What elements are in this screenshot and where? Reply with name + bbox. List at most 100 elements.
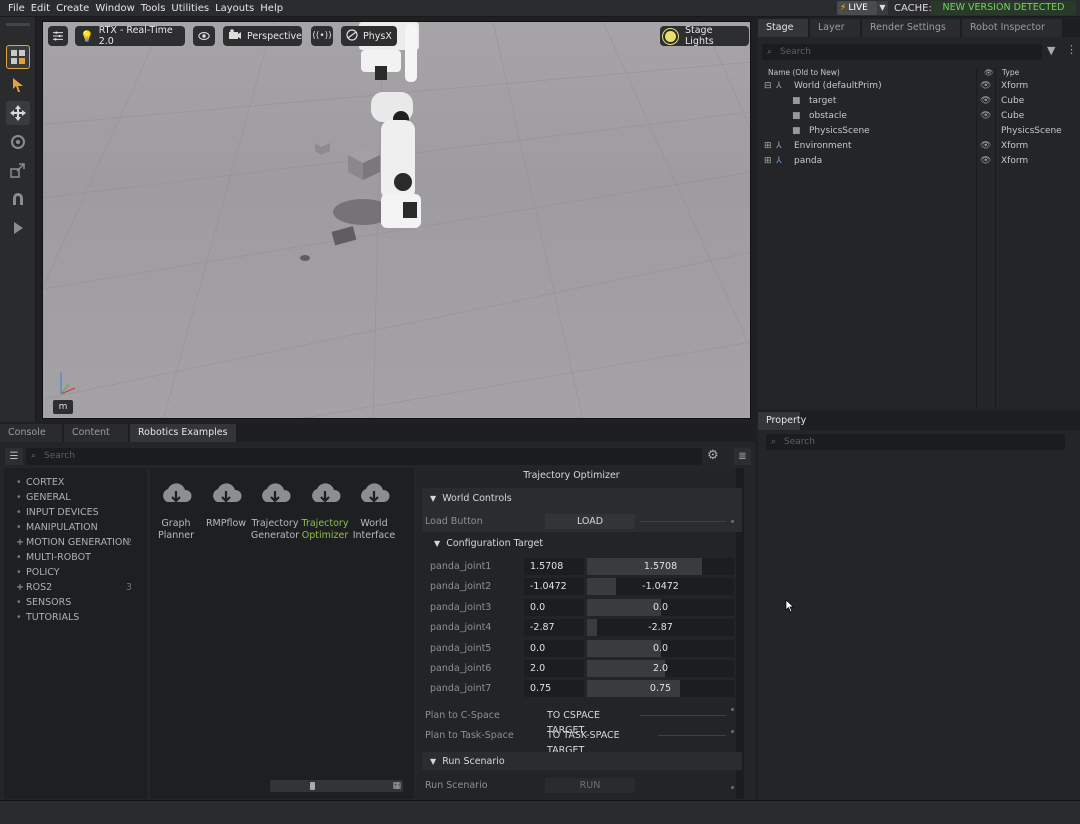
category-cortex[interactable]: • CORTEX bbox=[16, 477, 64, 488]
slider-handle[interactable] bbox=[310, 782, 315, 790]
select-arrow-icon[interactable] bbox=[6, 73, 30, 97]
snap-magnet-icon[interactable] bbox=[6, 187, 30, 211]
new-version-badge[interactable]: NEW VERSION DETECTED bbox=[931, 1, 1076, 15]
tab-robot-inspector[interactable]: Robot Inspector bbox=[962, 19, 1062, 37]
tree-row-obstacle[interactable]: ■ obstacle 👁 Cube bbox=[764, 110, 1080, 125]
tree-row-world[interactable]: ⊟ ⅄ World (defaultPrim) 👁 Xform bbox=[764, 80, 1080, 95]
example-graph-planner[interactable]: Graph Planner bbox=[151, 482, 201, 542]
filter-icon[interactable]: ▼ bbox=[1047, 44, 1055, 57]
run-scenario-header[interactable]: ▼ Run Scenario bbox=[430, 756, 505, 767]
visibility-eye-icon[interactable]: 👁 bbox=[980, 156, 991, 166]
expand-icon[interactable]: ⊞ bbox=[764, 156, 772, 166]
tree-row-target[interactable]: ■ target 👁 Cube bbox=[764, 95, 1080, 110]
to-cspace-target-button[interactable]: TO CSPACE TARGET bbox=[545, 708, 635, 736]
to-task-space-target-button[interactable]: TO TASK-SPACE TARGET bbox=[545, 728, 655, 756]
configuration-target-header[interactable]: ▼ Configuration Target bbox=[434, 538, 543, 549]
joint-value-field[interactable]: -1.0472 bbox=[524, 578, 584, 596]
property-search-input[interactable]: ⌕ Search bbox=[766, 434, 1065, 450]
joint-value-field[interactable]: 2.0 bbox=[524, 660, 584, 677]
category-sensors[interactable]: • SENSORS bbox=[16, 597, 71, 608]
selection-mode-icon[interactable] bbox=[6, 45, 30, 69]
visibility-eye-icon[interactable]: 👁 bbox=[980, 141, 991, 151]
joint-slider[interactable]: 0.75 bbox=[587, 680, 734, 698]
joint-slider[interactable]: 0.0 bbox=[587, 639, 734, 657]
visibility-eye-icon[interactable] bbox=[193, 26, 215, 46]
viewport[interactable]: 💡 RTX - Real-Time 2.0 Perspective ((•)) … bbox=[42, 21, 751, 419]
column-name-header[interactable]: Name (Old to New) bbox=[768, 68, 840, 77]
category-tutorials[interactable]: • TUTORIALS bbox=[16, 612, 79, 623]
tab-render-settings[interactable]: Render Settings bbox=[862, 19, 960, 37]
category-ros2[interactable]: + ROS2 3 bbox=[16, 582, 132, 593]
category-policy[interactable]: • POLICY bbox=[16, 567, 60, 578]
joint-slider[interactable]: -1.0472 bbox=[587, 578, 734, 596]
joint-value-field[interactable]: -2.87 bbox=[524, 619, 584, 637]
joint-value-field[interactable]: 0.75 bbox=[524, 680, 584, 698]
examples-search-input[interactable]: ⌕ Search bbox=[26, 448, 702, 465]
world-controls-header[interactable]: ▼ World Controls bbox=[430, 493, 512, 504]
visibility-eye-icon[interactable]: 👁 bbox=[980, 96, 991, 106]
move-icon[interactable] bbox=[6, 101, 30, 125]
physx-dropdown[interactable]: PhysX bbox=[341, 26, 397, 46]
menu-layouts[interactable]: Layouts bbox=[215, 0, 254, 14]
viewport-settings-icon[interactable] bbox=[48, 26, 68, 46]
example-rmpflow[interactable]: RMPflow bbox=[201, 482, 251, 530]
category-manipulation[interactable]: • MANIPULATION bbox=[16, 522, 98, 533]
category-motion-generation[interactable]: + MOTION GENERATION 2 bbox=[16, 537, 132, 548]
run-button[interactable]: RUN bbox=[545, 778, 635, 793]
expand-icon[interactable]: ⊞ bbox=[764, 141, 772, 151]
category-input-devices[interactable]: • INPUT DEVICES bbox=[16, 507, 99, 518]
live-button[interactable]: ⚡ LIVE bbox=[837, 1, 877, 15]
category-multi-robot[interactable]: • MULTI-ROBOT bbox=[16, 552, 91, 563]
tree-view-icon[interactable]: ☰ bbox=[5, 448, 23, 465]
play-icon[interactable] bbox=[6, 216, 30, 240]
menu-utilities[interactable]: Utilities bbox=[171, 0, 209, 14]
unit-badge[interactable]: m bbox=[53, 400, 73, 414]
joint-value-field[interactable]: 0.0 bbox=[524, 598, 584, 616]
visibility-eye-icon[interactable]: 👁 bbox=[980, 111, 991, 121]
thumbnail-size-slider[interactable]: ▦ bbox=[270, 780, 403, 792]
example-trajectory-generator[interactable]: Trajectory Generator bbox=[250, 482, 300, 542]
visibility-eye-icon[interactable]: 👁 bbox=[980, 81, 991, 91]
joint-value-field[interactable]: 1.5708 bbox=[524, 558, 584, 575]
example-trajectory-optimizer[interactable]: Trajectory Optimizer bbox=[300, 482, 350, 542]
audio-broadcast-icon[interactable]: ((•)) bbox=[311, 26, 333, 46]
joint-slider[interactable]: 2.0 bbox=[587, 660, 734, 677]
camera-dropdown[interactable]: Perspective bbox=[223, 26, 302, 46]
live-dropdown-chevron-icon[interactable]: ▼ bbox=[877, 1, 888, 15]
column-type-header[interactable]: Type bbox=[1002, 68, 1019, 77]
toolbar-grip[interactable] bbox=[6, 23, 30, 26]
tab-layer[interactable]: Layer bbox=[810, 19, 860, 37]
menu-help[interactable]: Help bbox=[260, 0, 283, 14]
menu-create[interactable]: Create bbox=[56, 0, 89, 14]
menu-file[interactable]: File bbox=[8, 0, 25, 14]
scale-icon[interactable] bbox=[6, 158, 30, 182]
load-button[interactable]: LOAD bbox=[545, 514, 635, 529]
joint-slider[interactable]: -2.87 bbox=[587, 619, 734, 637]
grid-view-icon[interactable]: ▦ bbox=[392, 781, 401, 791]
renderer-dropdown[interactable]: 💡 RTX - Real-Time 2.0 bbox=[75, 25, 185, 47]
stage-lights-dropdown[interactable]: Stage Lights bbox=[660, 25, 749, 47]
joint-value-field[interactable]: 0.0 bbox=[524, 639, 584, 657]
joint-slider[interactable]: 0.0 bbox=[587, 598, 734, 616]
stage-search-input[interactable]: ⌕ Search bbox=[762, 44, 1042, 60]
tree-row-physicsscene[interactable]: ■ PhysicsScene PhysicsScene bbox=[764, 125, 1080, 140]
list-view-icon[interactable]: ≣ bbox=[734, 448, 751, 465]
tab-property[interactable]: Property bbox=[758, 412, 806, 430]
stage-lights-label: Stage Lights bbox=[684, 25, 714, 47]
tab-content[interactable]: Content bbox=[64, 424, 128, 442]
category-general[interactable]: • GENERAL bbox=[16, 492, 70, 503]
rotate-icon[interactable] bbox=[6, 130, 30, 154]
collapse-icon[interactable]: ⊟ bbox=[764, 81, 772, 91]
tree-row-panda[interactable]: ⊞ ⅄ panda 👁 Xform bbox=[764, 155, 1080, 170]
example-world-interface[interactable]: World Interface bbox=[349, 482, 399, 542]
menu-tools[interactable]: Tools bbox=[141, 0, 166, 14]
tree-row-environment[interactable]: ⊞ ⅄ Environment 👁 Xform bbox=[764, 140, 1080, 155]
gear-icon[interactable]: ⚙ bbox=[707, 448, 719, 463]
menu-window[interactable]: Window bbox=[95, 0, 134, 14]
menu-edit[interactable]: Edit bbox=[31, 0, 50, 14]
joint-slider[interactable]: 1.5708 bbox=[587, 558, 734, 575]
options-menu-icon[interactable]: ⋮ bbox=[1066, 43, 1077, 56]
tab-stage[interactable]: Stage bbox=[758, 19, 808, 37]
tab-console[interactable]: Console bbox=[0, 424, 62, 442]
tab-robotics-examples[interactable]: Robotics Examples bbox=[130, 424, 236, 442]
